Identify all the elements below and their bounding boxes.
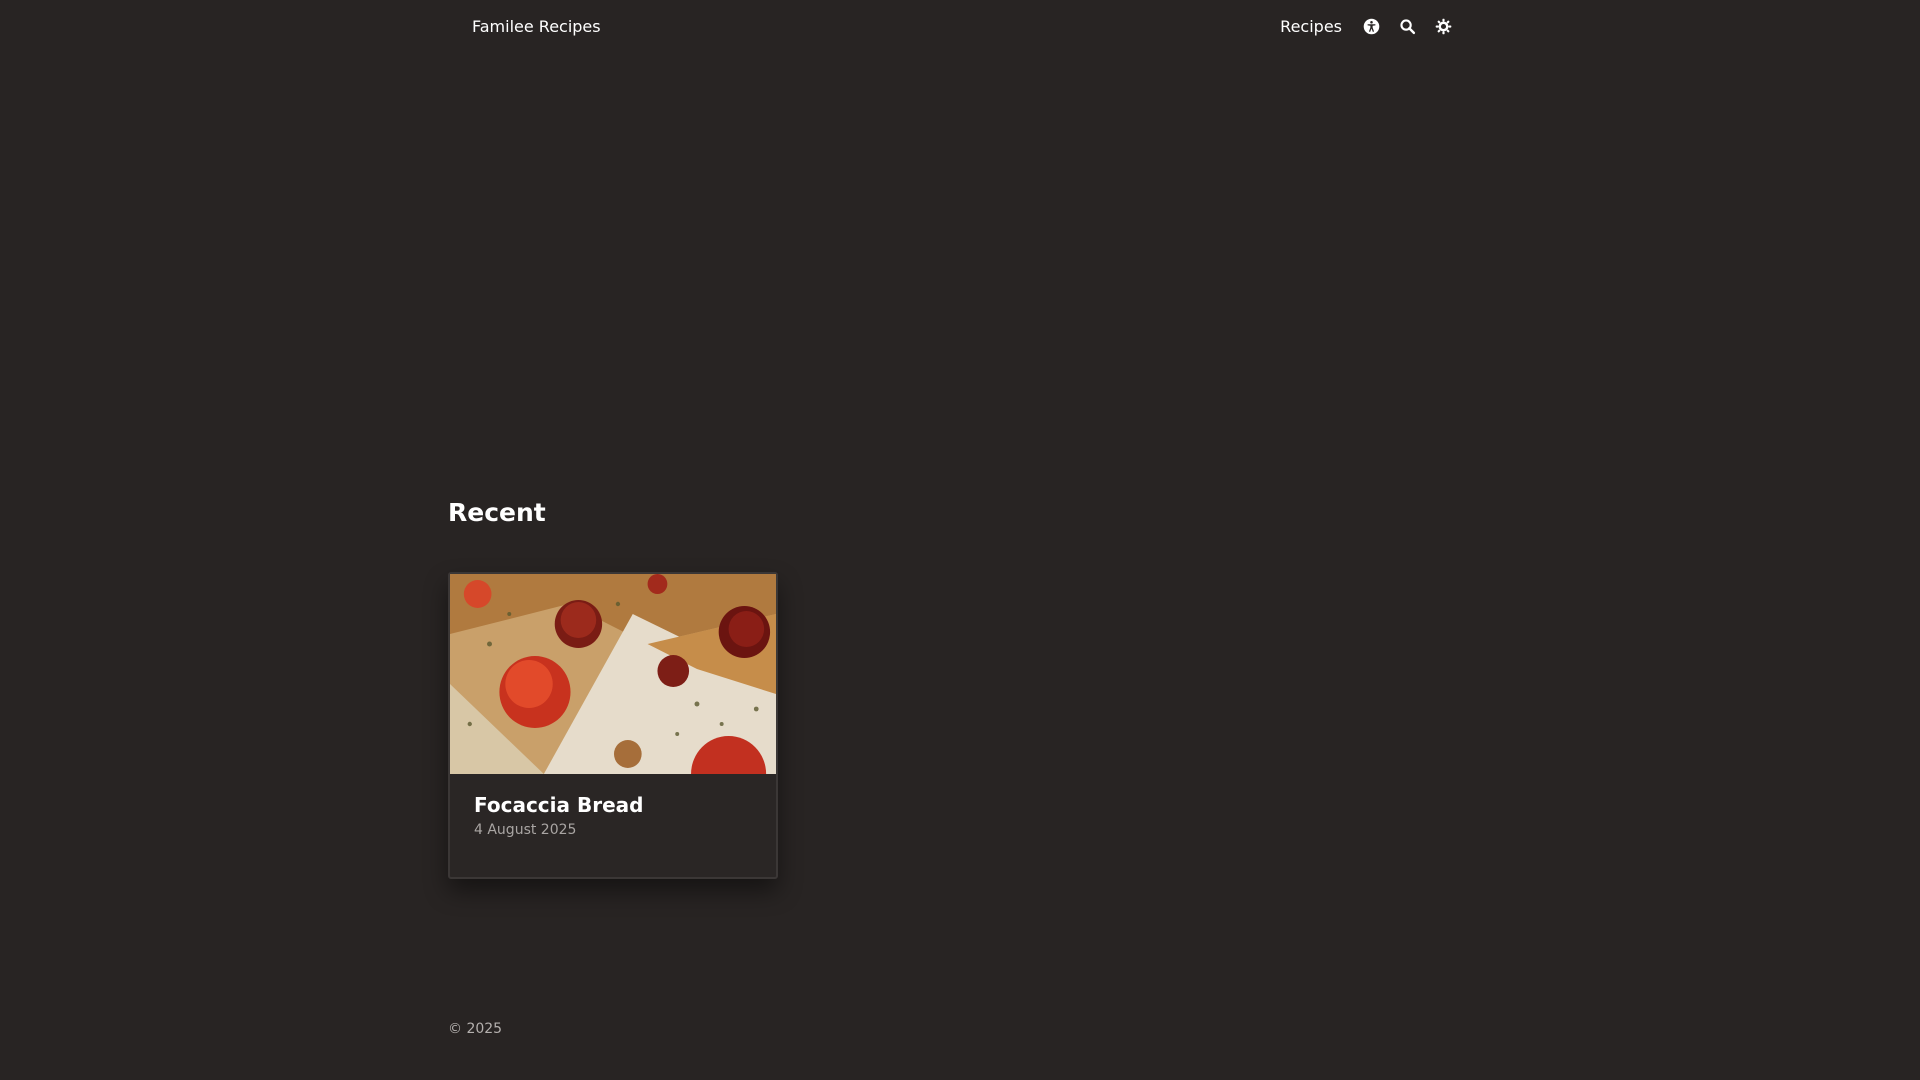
copyright-text: © 2025 [448,1021,503,1037]
main-nav: Recipes [1280,17,1452,36]
search-icon [1399,18,1415,34]
recipe-card-body: Focaccia Bread 4 August 2025 [450,774,776,857]
recipe-card-image [450,574,776,774]
page: Familee Recipes Recipes Recent Focaccia … [0,0,1920,1080]
site-header: Familee Recipes Recipes [448,0,1452,52]
accessibility-icon [1363,18,1379,34]
focaccia-image [450,574,776,774]
recipe-card-title[interactable]: Focaccia Bread [474,793,752,817]
theme-toggle-icon [1435,18,1451,34]
search-button[interactable] [1398,17,1416,35]
theme-toggle-button[interactable] [1434,17,1452,35]
site-title-link[interactable]: Familee Recipes [472,17,601,36]
section-title-recent: Recent [448,498,546,527]
nav-link-recipes[interactable]: Recipes [1280,17,1342,36]
recipe-card[interactable]: Focaccia Bread 4 August 2025 [448,572,778,879]
recipe-card-date: 4 August 2025 [474,822,577,838]
site-footer: © 2025 [448,1021,502,1037]
accessibility-button[interactable] [1362,17,1380,35]
